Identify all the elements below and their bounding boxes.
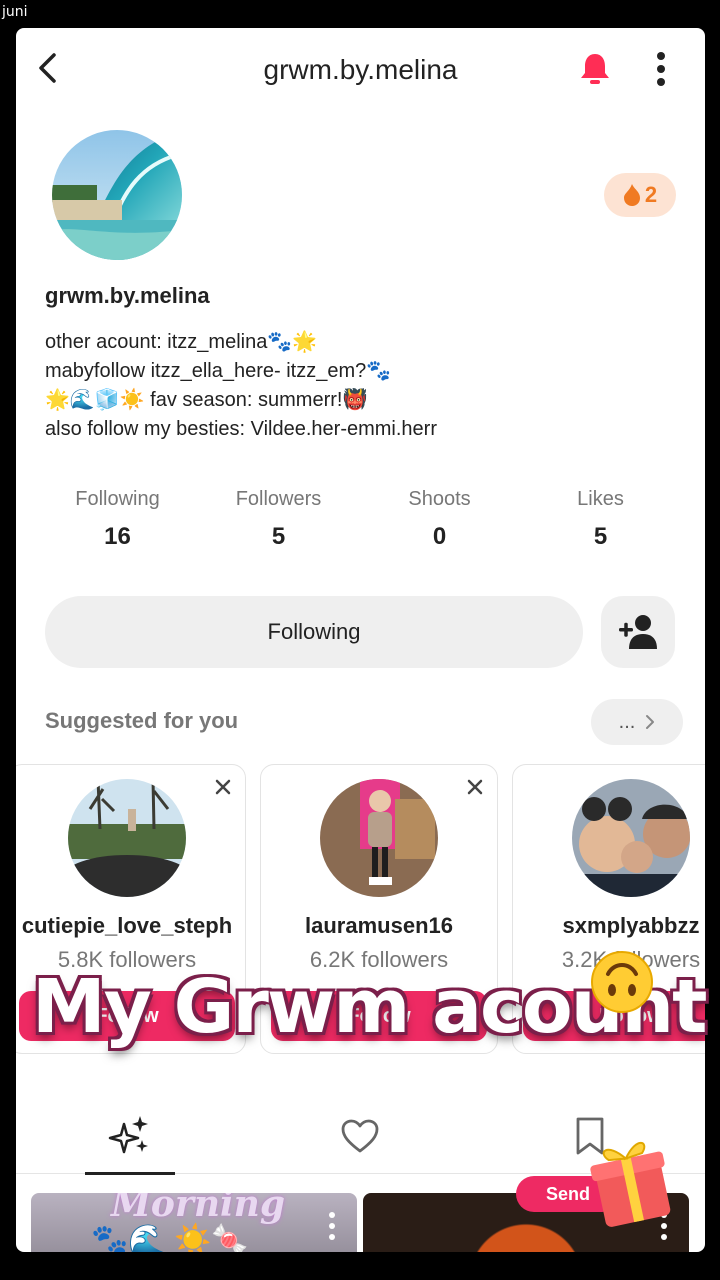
profile-avatar[interactable] xyxy=(52,130,182,260)
stat-value: 0 xyxy=(432,523,447,550)
dismiss-button[interactable] xyxy=(465,777,485,797)
stat-value: 5 xyxy=(271,523,286,550)
more-options-button[interactable] xyxy=(646,50,676,88)
suggestion-name: sxmplyabbzz xyxy=(562,913,700,938)
bell-icon xyxy=(581,54,609,84)
profile-username: grwm.by.melina xyxy=(45,283,210,308)
stat-followers[interactable]: Followers 5 xyxy=(198,488,359,551)
grid-post[interactable]: Morning 🐾🌊 ☀️🍬 xyxy=(31,1193,357,1252)
bio-line: mabyfollow itzz_ella_here- itzz_em?🐾 xyxy=(45,360,392,382)
upside-down-face-icon xyxy=(591,951,653,1013)
close-icon xyxy=(215,779,231,795)
stat-following[interactable]: Following 16 xyxy=(37,488,198,551)
chevron-right-icon xyxy=(646,715,655,729)
avatar[interactable] xyxy=(572,779,690,897)
video-caption-overlay: My Grwm acount xyxy=(20,950,707,1060)
see-more-suggested-button[interactable]: ... xyxy=(591,699,683,745)
stat-label: Shoots xyxy=(408,488,471,510)
stat-label: Followers xyxy=(235,488,322,510)
tab-posts[interactable] xyxy=(85,1098,175,1175)
heart-icon xyxy=(341,1119,379,1153)
bio-line: other acount: itzz_melina🐾🌟 xyxy=(45,331,318,353)
notifications-button[interactable] xyxy=(576,50,614,88)
stat-value: 16 xyxy=(104,523,131,550)
stat-shoots[interactable]: Shoots 0 xyxy=(359,488,520,551)
dismiss-button[interactable] xyxy=(213,777,233,797)
corner-label: juni xyxy=(2,4,28,20)
streak-badge[interactable]: 2 xyxy=(604,173,676,217)
see-more-label: ... xyxy=(618,710,636,733)
close-icon xyxy=(467,779,483,795)
bio-line: 🌟🌊🧊☀️ fav season: summerr!👹 xyxy=(45,389,368,411)
streak-count: 2 xyxy=(644,182,658,207)
suggestion-name: cutiepie_love_steph xyxy=(21,913,233,938)
gift-icon[interactable] xyxy=(586,1128,676,1228)
avatar[interactable] xyxy=(320,779,438,897)
avatar[interactable] xyxy=(68,779,186,897)
stat-label: Following xyxy=(75,488,160,510)
suggestion-name: lauramusen16 xyxy=(305,913,453,938)
suggested-title: Suggested for you xyxy=(45,708,239,733)
flame-icon xyxy=(623,184,640,206)
following-button[interactable]: Following xyxy=(45,596,583,668)
more-vertical-icon[interactable] xyxy=(327,1211,337,1241)
profile-stats: Following 16 Followers 5 Shoots 0 Likes … xyxy=(16,488,705,551)
more-vertical-icon xyxy=(657,52,665,86)
add-friend-button[interactable] xyxy=(601,596,675,668)
tab-likes[interactable] xyxy=(315,1098,405,1174)
bio-line: also follow my besties: Vildee.her-emmi.… xyxy=(45,418,438,440)
profile-bio: other acount: itzz_melina🐾🌟 mabyfollow i… xyxy=(45,328,437,444)
stat-likes[interactable]: Likes 5 xyxy=(520,488,681,551)
profile-screen: grwm.by.melina 2 grwm.by.melina other ac… xyxy=(16,28,705,1252)
add-person-icon xyxy=(619,615,657,649)
sparkles-icon xyxy=(108,1116,148,1154)
post-emoji-icon: 🐾🌊 ☀️🍬 xyxy=(91,1224,249,1252)
stat-label: Likes xyxy=(577,488,624,510)
top-bar: grwm.by.melina xyxy=(16,28,705,108)
post-caption: Morning xyxy=(111,1193,286,1225)
stat-value: 5 xyxy=(593,523,608,550)
